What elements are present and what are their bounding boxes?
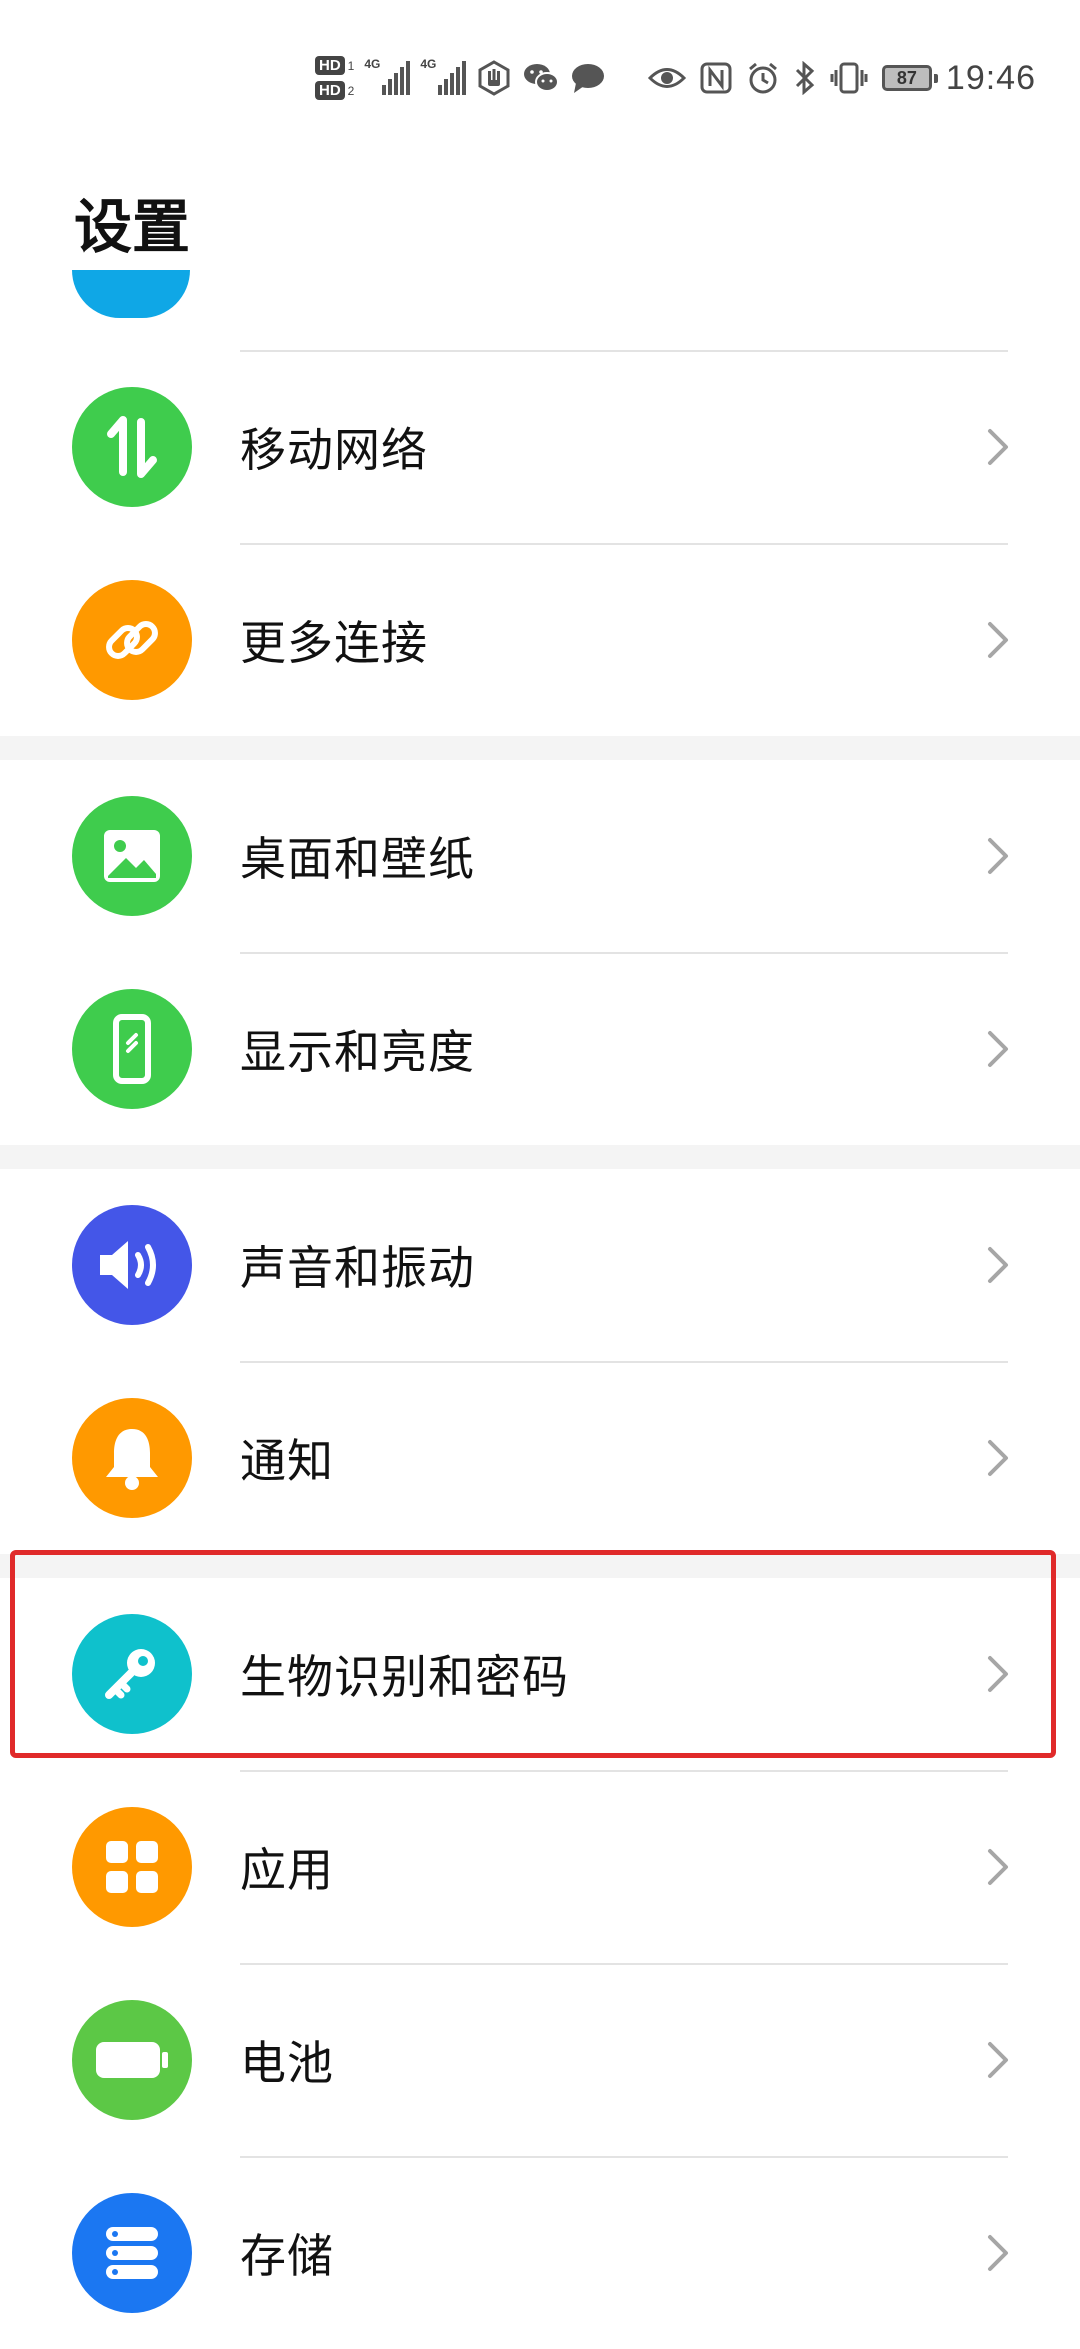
hd-indicator-sim2: HD 2 [315, 81, 354, 100]
settings-item-display-brightness[interactable]: 显示和亮度 [0, 953, 1080, 1145]
wechat-icon [524, 64, 560, 92]
settings-item-apps[interactable]: 应用 [0, 1771, 1080, 1963]
section-separator [0, 1145, 1080, 1169]
settings-item-storage[interactable]: 存储 [0, 2157, 1080, 2349]
chevron-right-icon [988, 622, 1008, 658]
nfc-icon [700, 62, 732, 94]
settings-item-label: 电池 [240, 2036, 334, 2090]
settings-item-label: 通知 [240, 1434, 334, 1488]
settings-item-sound-vibration[interactable]: 声音和振动 [0, 1169, 1080, 1361]
hd-sim-number: 2 [347, 83, 355, 98]
hd-indicators: HD 1 HD 2 [315, 56, 354, 100]
status-bar-right: 87 19:46 [647, 54, 1036, 102]
signal-sim2-icon: 4G [420, 57, 467, 95]
hd-badge: HD [315, 81, 345, 100]
hd-sim-number: 1 [347, 58, 355, 73]
alarm-icon [748, 62, 777, 94]
bell-icon [72, 1398, 192, 1518]
battery-percent: 87 [896, 68, 917, 88]
settings-item-mobile-network[interactable]: 移动网络 [0, 351, 1080, 543]
hd-indicator-sim1: HD 1 [315, 56, 354, 75]
image-icon [72, 796, 192, 916]
settings-item-label: 桌面和壁纸 [240, 832, 475, 886]
status-bar: HD 1 HD 2 4G 4G 87 19:46 [0, 0, 1080, 150]
settings-item-home-wallpaper[interactable]: 桌面和壁纸 [0, 760, 1080, 952]
mobile-data-icon [72, 387, 192, 507]
apps-grid-icon [72, 1807, 192, 1927]
settings-item-label: 更多连接 [240, 616, 428, 670]
settings-item-more-connections[interactable]: 更多连接 [0, 544, 1080, 736]
network-type-label: 4G [420, 57, 437, 71]
settings-item-battery[interactable]: 电池 [0, 1964, 1080, 2156]
hand-notification-icon [478, 60, 510, 96]
settings-item-label: 存储 [240, 2229, 334, 2283]
partial-settings-icon [72, 270, 190, 318]
chevron-right-icon [988, 429, 1008, 465]
settings-item-label: 声音和振动 [240, 1241, 475, 1295]
chevron-right-icon [988, 1031, 1008, 1067]
chevron-right-icon [988, 2042, 1008, 2078]
bluetooth-icon [795, 61, 815, 95]
chevron-right-icon [988, 838, 1008, 874]
network-type-label: 4G [364, 57, 381, 71]
battery-level-indicator: 87 [881, 65, 938, 91]
link-icon [72, 580, 192, 700]
message-icon [572, 64, 605, 93]
hd-badge: HD [315, 56, 345, 75]
chevron-right-icon [988, 1247, 1008, 1283]
settings-item-label: 移动网络 [240, 423, 428, 477]
settings-item-label: 显示和亮度 [240, 1025, 475, 1079]
page-title: 设置 [74, 193, 191, 261]
chevron-right-icon [988, 1849, 1008, 1885]
highlight-box [10, 1550, 1056, 1758]
chevron-right-icon [988, 1440, 1008, 1476]
storage-icon [72, 2193, 192, 2313]
status-bar-left: HD 1 HD 2 4G 4G [315, 48, 606, 108]
clock: 19:46 [945, 58, 1036, 97]
speaker-icon [72, 1205, 192, 1325]
section-separator [0, 736, 1080, 760]
signal-sim1-icon: 4G [364, 57, 411, 95]
settings-item-label: 应用 [240, 1843, 334, 1897]
phone-display-icon [72, 989, 192, 1109]
eye-comfort-icon [647, 68, 686, 88]
settings-item-notifications[interactable]: 通知 [0, 1362, 1080, 1554]
battery-icon [72, 2000, 192, 2120]
chevron-right-icon [988, 2235, 1008, 2271]
vibrate-icon [830, 62, 868, 94]
